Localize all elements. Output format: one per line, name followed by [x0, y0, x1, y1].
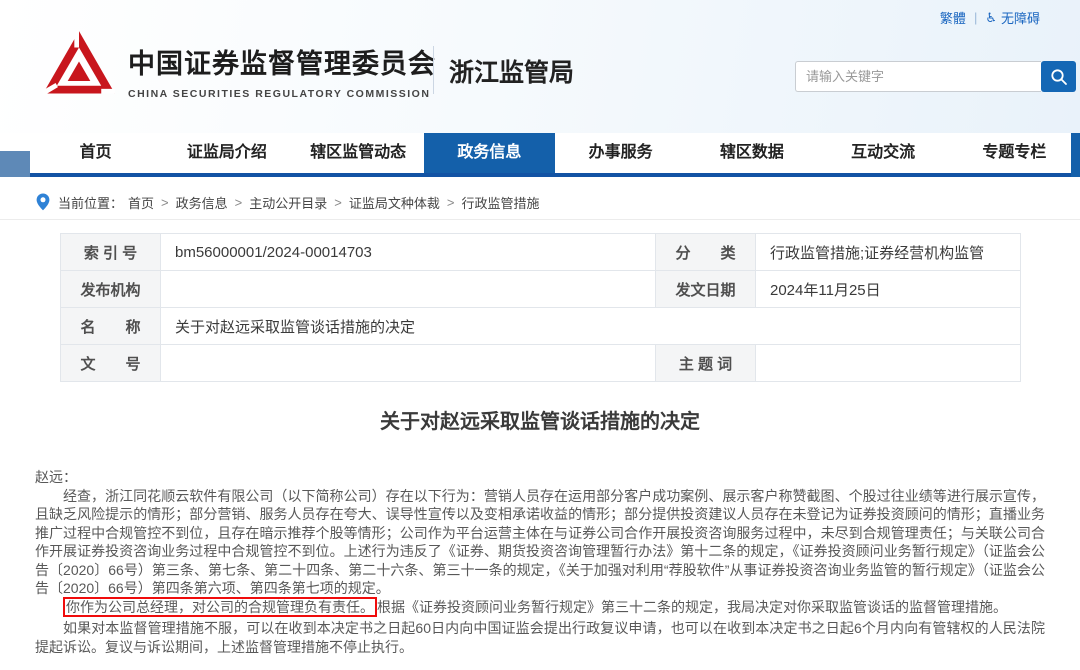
search-bar [795, 61, 1076, 92]
location-pin-icon [36, 193, 50, 211]
breadcrumb-separator: > [446, 194, 455, 210]
publisher-label: 发布机构 [60, 270, 161, 308]
nav-item-services[interactable]: 办事服务 [555, 133, 686, 173]
topbar-divider: | [973, 10, 978, 25]
decision-rest: 根据《证券投资顾问业务暂行规定》第三十二条的规定，我局决定对你采取监管谈话的监督… [377, 598, 1007, 615]
topbar: 繁體 | ♿ 无障碍 [940, 8, 1040, 27]
traditional-chinese-link[interactable]: 繁體 [940, 8, 966, 27]
index-number-label: 索 引 号 [60, 233, 161, 271]
org-title-block: 中国证券监督管理委员会 CHINA SECURITIES REGULATORY … [128, 42, 436, 100]
breadcrumb-separator: > [161, 194, 169, 210]
accessibility-label: 无障碍 [1000, 11, 1040, 26]
nav-underline [30, 173, 1080, 177]
index-number-value: bm56000001/2024-00014703 [160, 233, 656, 271]
breadcrumb-item-public-directory[interactable]: 主动公开目录 [249, 193, 327, 212]
highlighted-sentence: 你作为公司总经理，对公司的合规管理负有责任。 [63, 596, 377, 617]
nav-item-interaction[interactable]: 互动交流 [818, 133, 949, 173]
org-name-en: CHINA SECURITIES REGULATORY COMMISSION [128, 88, 431, 100]
nav-item-special-topics[interactable]: 专题专栏 [949, 133, 1080, 173]
header-divider [433, 46, 434, 94]
breadcrumb-separator: > [334, 194, 342, 210]
document-meta-table: 索 引 号 bm56000001/2024-00014703 分 类 行政监管措… [60, 233, 1021, 382]
accessibility-link[interactable]: ♿ 无障碍 [985, 8, 1040, 27]
breadcrumb-item-admin-measures[interactable]: 行政监管措施 [461, 193, 539, 212]
breadcrumb: 当前位置： 首页 > 政务信息 > 主动公开目录 > 证监局文种体裁 > 行政监… [36, 191, 539, 213]
document-body: 赵远： 经查，浙江同花顺云软件有限公司（以下简称公司）存在以下行为：营销人员存在… [35, 468, 1045, 656]
table-row: 索 引 号 bm56000001/2024-00014703 分 类 行政监管措… [60, 233, 1021, 271]
breadcrumb-item-doc-type[interactable]: 证监局文种体裁 [349, 193, 440, 212]
paragraph-appeal: 如果对本监督管理措施不服，可以在收到本决定书之日起60日内向中国证监会提出行政复… [35, 620, 1045, 655]
publish-date-label: 发文日期 [655, 270, 756, 308]
publisher-value [160, 270, 656, 308]
publish-date-value: 2024年11月25日 [755, 270, 1021, 308]
subject-words-value [755, 344, 1021, 382]
breadcrumb-divider-line [0, 219, 1080, 220]
breadcrumb-item-gov-info[interactable]: 政务信息 [176, 193, 228, 212]
table-row: 文 号 主 题 词 [60, 344, 1021, 382]
paragraph-decision: 你作为公司总经理，对公司的合规管理负有责任。 根据《证券投资顾问业务暂行规定》第三… [35, 596, 1045, 617]
doc-number-value [160, 344, 656, 382]
nav-item-regional-data[interactable]: 辖区数据 [686, 133, 817, 173]
org-name-cn: 中国证券监督管理委员会 [128, 49, 436, 79]
paragraph-findings: 经查，浙江同花顺云软件有限公司（以下简称公司）存在以下行为：营销人员存在运用部分… [35, 487, 1045, 597]
nav-item-bureau-intro[interactable]: 证监局介绍 [161, 133, 292, 173]
breadcrumb-item-home[interactable]: 首页 [128, 193, 154, 212]
breadcrumb-separator: > [234, 194, 243, 210]
subject-words-label: 主 题 词 [655, 344, 756, 382]
doc-number-label: 文 号 [60, 344, 161, 382]
main-nav: 首页 证监局介绍 辖区监管动态 政务信息 办事服务 辖区数据 互动交流 专题专栏 [30, 133, 1080, 173]
table-row: 名 称 关于对赵远采取监管谈话措施的决定 [60, 307, 1021, 345]
category-label: 分 类 [655, 233, 756, 271]
nav-item-regional-news[interactable]: 辖区监管动态 [293, 133, 424, 173]
csrc-logo-icon[interactable] [40, 27, 118, 107]
name-value: 关于对赵远采取监管谈话措施的决定 [160, 307, 1021, 345]
search-input[interactable] [795, 61, 1041, 92]
nav-item-gov-info[interactable]: 政务信息 [423, 133, 555, 173]
category-value: 行政监管措施;证券经营机构监管 [755, 233, 1021, 271]
table-row: 发布机构 发文日期 2024年11月25日 [60, 270, 1021, 308]
search-icon [1050, 68, 1067, 85]
nav-left-decoration [0, 151, 30, 177]
nav-right-decoration [1071, 133, 1080, 177]
page: 繁體 | ♿ 无障碍 中国证券监督管理委员会 CHINA SECURITIES … [0, 0, 1080, 670]
breadcrumb-prefix: 当前位置： [58, 195, 124, 211]
name-label: 名 称 [60, 307, 161, 345]
search-button[interactable] [1041, 61, 1076, 92]
bureau-name: 浙江监管局 [449, 59, 575, 87]
wheelchair-icon: ♿ [985, 9, 997, 25]
salutation: 赵远： [35, 469, 77, 485]
document-title: 关于对赵远采取监管谈话措施的决定 [380, 411, 700, 433]
nav-item-home[interactable]: 首页 [30, 133, 161, 173]
